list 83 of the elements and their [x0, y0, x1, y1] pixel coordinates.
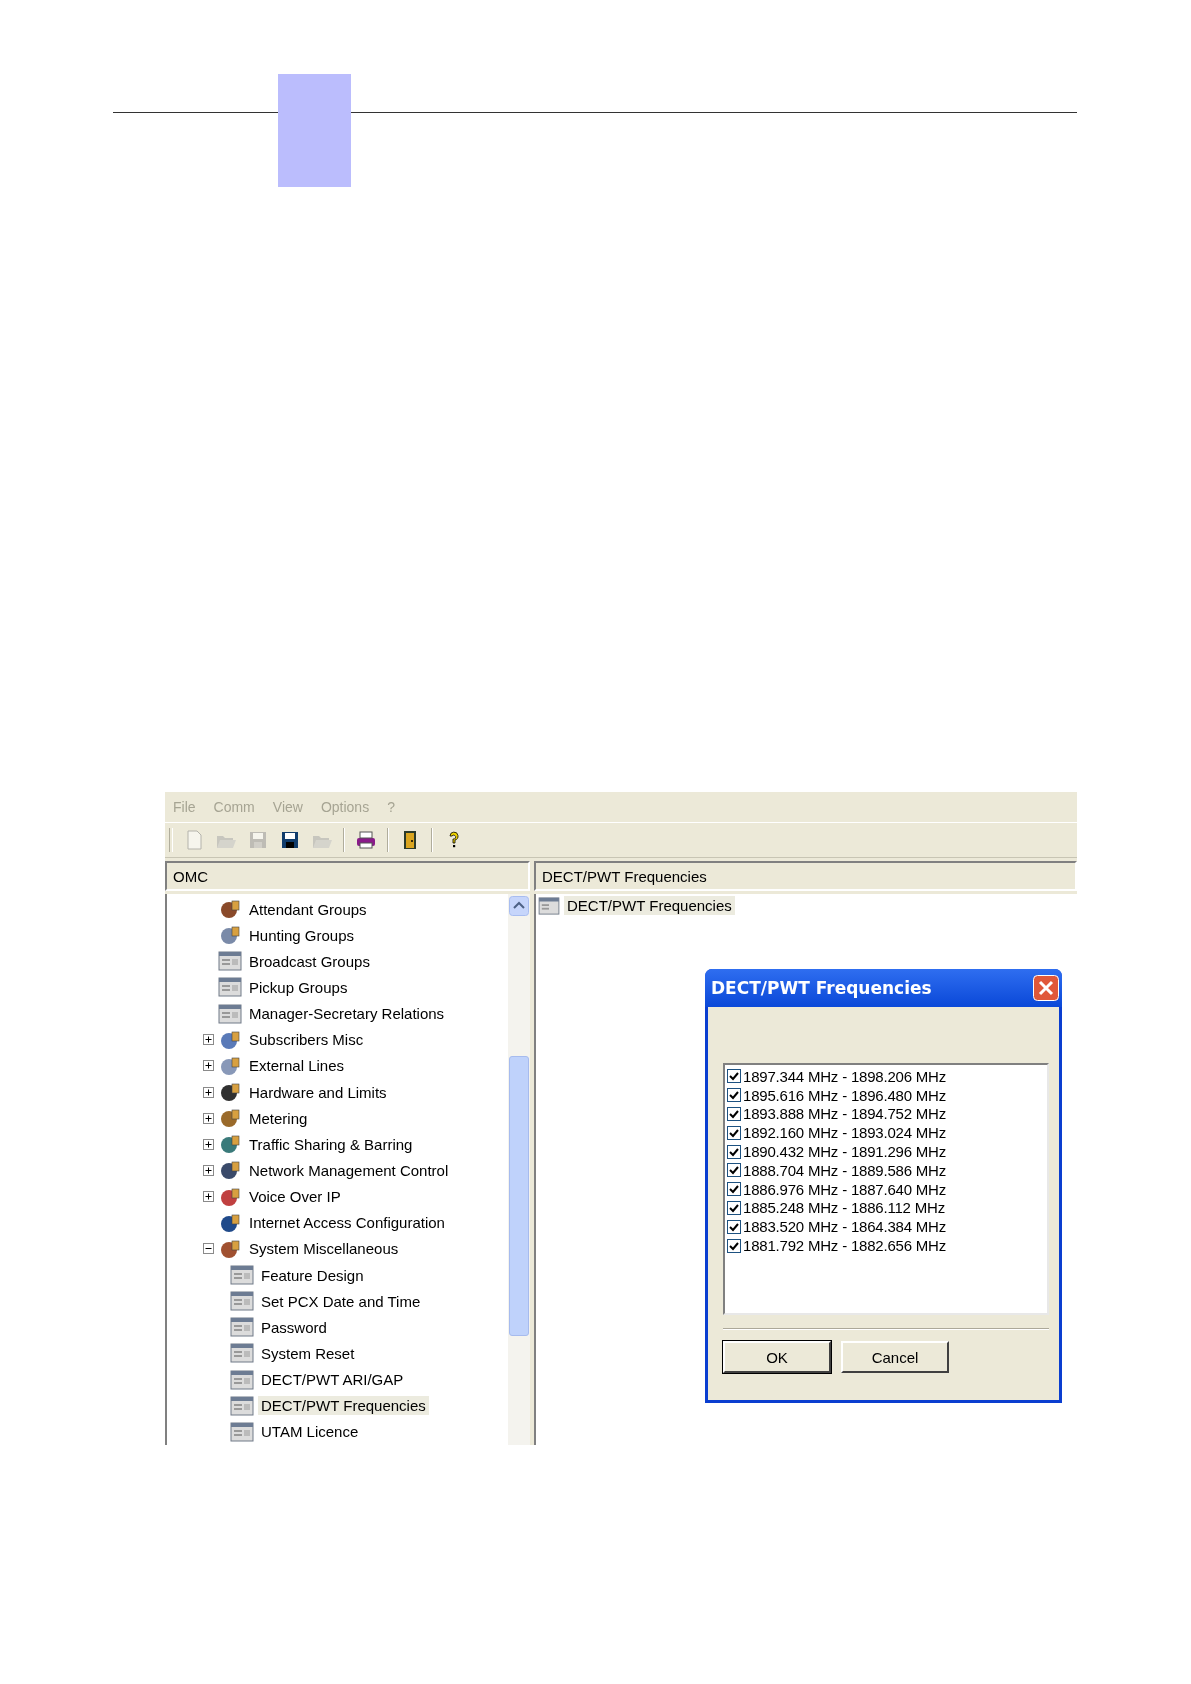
frequency-label: 1892.160 MHz - 1893.024 MHz — [743, 1124, 947, 1142]
form-window-icon — [230, 1369, 254, 1390]
module-icon — [218, 1054, 242, 1077]
form-window-icon — [230, 1343, 254, 1364]
cancel-button[interactable]: Cancel — [841, 1341, 949, 1373]
close-icon[interactable] — [1033, 975, 1059, 1001]
tree-item[interactable]: DECT/PWT Frequencies — [258, 1396, 429, 1416]
form-window-icon — [218, 1003, 242, 1024]
form-window-icon — [230, 1317, 254, 1338]
list-item[interactable]: DECT/PWT Frequencies — [564, 896, 735, 915]
tree-item[interactable]: Hunting Groups — [246, 925, 358, 945]
checkbox[interactable] — [727, 1069, 741, 1084]
ok-button[interactable]: OK — [723, 1341, 831, 1373]
frequency-label: 1886.976 MHz - 1887.640 MHz — [743, 1180, 947, 1198]
module-icon — [218, 1028, 242, 1051]
tree-item[interactable]: Set PCX Date and Time — [258, 1291, 424, 1311]
checkbox[interactable] — [727, 1163, 741, 1178]
tree-item[interactable]: Password — [258, 1317, 330, 1337]
frequency-label: 1888.704 MHz - 1889.586 MHz — [743, 1161, 947, 1179]
form-window-icon — [218, 977, 242, 998]
tree-item[interactable]: Manager-Secretary Relations — [246, 1004, 448, 1024]
form-window-icon — [230, 1421, 254, 1442]
scroll-thumb[interactable] — [509, 1056, 529, 1336]
tree-item[interactable]: Subscribers Misc — [246, 1030, 367, 1050]
tree-item[interactable]: Broadcast Groups — [246, 951, 373, 971]
module-icon — [218, 898, 242, 921]
module-icon — [218, 1159, 242, 1182]
tree-item[interactable]: UTAM Licence — [258, 1422, 362, 1442]
tree-item[interactable]: Hardware and Limits — [246, 1082, 390, 1102]
form-window-icon — [230, 1265, 254, 1286]
collapse-icon[interactable] — [203, 1243, 214, 1255]
frequency-label: 1890.432 MHz - 1891.296 MHz — [743, 1143, 947, 1161]
module-icon — [218, 1211, 242, 1234]
tree-item[interactable]: Voice Over IP — [246, 1187, 344, 1207]
module-icon — [218, 1237, 242, 1260]
form-window-icon — [230, 1291, 254, 1312]
scroll-up-icon[interactable] — [509, 896, 529, 916]
scrollbar[interactable] — [508, 894, 530, 1445]
checkbox[interactable] — [727, 1182, 741, 1197]
checkbox[interactable] — [727, 1200, 741, 1215]
frequency-label: 1883.520 MHz - 1864.384 MHz — [743, 1218, 947, 1236]
frequency-label: 1881.792 MHz - 1882.656 MHz — [743, 1237, 947, 1255]
frequency-label: 1893.888 MHz - 1894.752 MHz — [743, 1105, 947, 1123]
dialog-title: DECT/PWT Frequencies — [711, 978, 932, 998]
save-icon[interactable] — [279, 829, 301, 851]
expand-icon[interactable] — [203, 1086, 214, 1098]
module-icon — [218, 1133, 242, 1156]
checkbox[interactable] — [727, 1219, 741, 1234]
form-window-icon — [538, 896, 560, 915]
checkbox[interactable] — [727, 1144, 741, 1159]
pane-title: OMC — [165, 861, 530, 891]
pane-title: DECT/PWT Frequencies — [534, 861, 1077, 891]
expand-icon[interactable] — [203, 1034, 214, 1046]
module-icon — [218, 1107, 242, 1130]
tree-item[interactable]: External Lines — [246, 1056, 348, 1076]
frequency-label: 1885.248 MHz - 1886.112 MHz — [743, 1199, 945, 1217]
tree-item[interactable]: System Miscellaneous — [246, 1239, 402, 1259]
checkbox[interactable] — [727, 1107, 741, 1121]
printer-icon[interactable] — [355, 829, 377, 851]
expand-icon[interactable] — [203, 1138, 214, 1150]
module-icon — [218, 924, 242, 947]
tree-item[interactable]: System Reset — [258, 1343, 358, 1363]
expand-icon[interactable] — [203, 1191, 214, 1203]
expand-icon[interactable] — [203, 1164, 214, 1176]
form-window-icon — [230, 1395, 254, 1416]
module-icon — [218, 1081, 242, 1104]
checkbox[interactable] — [727, 1125, 741, 1140]
form-window-icon — [218, 951, 242, 972]
expand-icon[interactable] — [203, 1112, 214, 1124]
tree-item[interactable]: DECT/PWT ARI/GAP — [258, 1370, 407, 1390]
checkbox[interactable] — [727, 1238, 741, 1253]
expand-icon[interactable] — [203, 1060, 214, 1072]
tree-item[interactable]: Traffic Sharing & Barring — [246, 1134, 416, 1154]
tree-item[interactable]: Network Management Control — [246, 1160, 452, 1180]
tree-item[interactable]: Feature Design — [258, 1265, 367, 1285]
module-icon — [218, 1185, 242, 1208]
tree-item[interactable]: Pickup Groups — [246, 978, 351, 997]
frequency-label: 1897.344 MHz - 1898.206 MHz — [743, 1067, 947, 1085]
tree-item[interactable]: Attendant Groups — [246, 899, 370, 919]
frequency-label: 1895.616 MHz - 1896.480 MHz — [743, 1086, 947, 1104]
tree-item[interactable]: Internet Access Configuration — [246, 1213, 448, 1233]
checkbox[interactable] — [727, 1088, 741, 1103]
tree-item[interactable]: Metering — [246, 1108, 311, 1128]
